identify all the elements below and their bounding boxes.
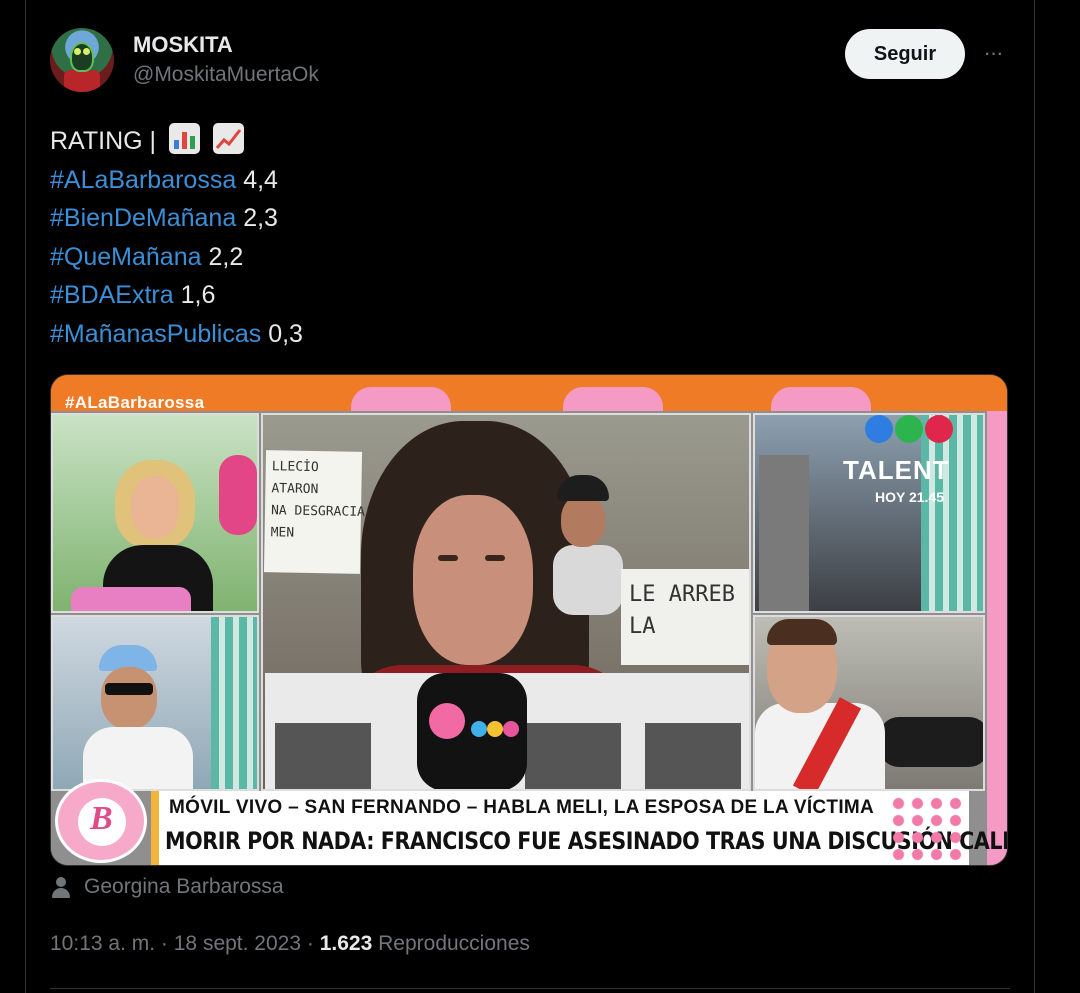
hashtag-link[interactable]: #QueMañana (50, 243, 202, 271)
rating-heading-line: RATING | (50, 122, 303, 161)
rating-line: #QueMañana 2,2 (50, 238, 303, 277)
promo-time: HOY 21.45 (875, 489, 945, 505)
chart-increasing-emoji-icon (212, 123, 244, 154)
balloons (219, 455, 257, 535)
mosquito-icon (70, 42, 94, 72)
rating-value: 2,3 (243, 204, 278, 233)
rating-line: #BienDeMañana 2,3 (50, 199, 303, 238)
rating-value: 1,6 (180, 281, 216, 310)
separator: · (160, 932, 168, 955)
channel-logo-dot (865, 415, 893, 443)
avatar-figure-body (64, 70, 100, 92)
author-avatar[interactable] (50, 28, 114, 92)
video-panel-victim-photo (753, 615, 985, 791)
rating-line: #ALaBarbarossa 4,4 (50, 161, 303, 200)
author-display-name[interactable]: MOSKITA (133, 32, 233, 58)
protest-sign-left: LLECİO ATARON NA DESGRACIA MEN (263, 450, 365, 574)
tweet-text: RATING | #ALaBarbarossa 4,4 #BienDeMañan… (50, 122, 303, 354)
microphone-icon (417, 673, 527, 789)
author-handle[interactable]: @MoskitaMuertaOk (133, 63, 319, 87)
lower-third-subtitle: MÓVIL VIVO – SAN FERNANDO – HABLA MELI, … (169, 797, 875, 818)
video-panel-street: TALENT HOY 21.45 (753, 413, 985, 613)
media-tag-credit[interactable]: Georgina Barbarossa (50, 875, 284, 899)
more-options-icon[interactable]: ··· (976, 36, 1010, 70)
hashtag-link[interactable]: #BienDeMañana (50, 204, 236, 232)
decor-shape (987, 411, 1007, 865)
rating-value: 2,2 (208, 242, 244, 271)
avatar-eye-right (83, 48, 90, 55)
rating-line: #BDAExtra 1,6 (50, 276, 303, 315)
show-logo-letter: B (90, 800, 113, 837)
views-count: 1.623 (319, 932, 373, 955)
tagged-user-name: Georgina Barbarossa (84, 875, 284, 898)
tweet-meta: 10:13 a. m. · 18 sept. 2023 · 1.623 Repr… (50, 932, 530, 956)
hashtag-link[interactable]: #ALaBarbarossa (50, 166, 236, 194)
promo-title: TALENT (843, 455, 950, 485)
rating-heading: RATING | (50, 127, 157, 155)
timeline-border-right (1034, 0, 1035, 993)
video-panel-host (51, 413, 259, 613)
video-panel-man (51, 615, 259, 791)
background-man (553, 475, 623, 615)
flowers (71, 587, 191, 611)
person-icon (50, 875, 72, 899)
channel-logo-dot (895, 415, 923, 443)
avatar-eye-left (74, 48, 81, 55)
divider (50, 988, 1010, 989)
rating-value: 0,3 (268, 319, 303, 348)
tweet-date[interactable]: 18 sept. 2023 (174, 932, 301, 955)
views-label: Reproducciones (378, 932, 530, 955)
rating-value: 4,4 (243, 165, 278, 194)
video-panel-interview: LLECİO ATARON NA DESGRACIA MEN LE ARREB … (261, 413, 751, 791)
tweet-media-image[interactable]: #ALaBarbarossa LLECİO ATARON NA DESGRACI… (50, 374, 1008, 866)
tweet: MOSKITA @MoskitaMuertaOk Seguir ··· RATI… (26, 0, 1034, 993)
follow-button[interactable]: Seguir (845, 29, 965, 79)
media-overlay-hashtag: #ALaBarbarossa (65, 393, 205, 412)
lower-third-headline: MORIR POR NADA: FRANCISCO FUE ASESINADO … (165, 827, 1008, 855)
bar-chart-emoji-icon (168, 123, 200, 154)
hashtag-link[interactable]: #BDAExtra (50, 281, 174, 309)
news-lower-third: MÓVIL VIVO – SAN FERNANDO – HABLA MELI, … (151, 791, 1007, 865)
show-logo-badge: B (55, 779, 147, 863)
protest-sign-right: LE ARREB LA (621, 569, 749, 665)
tweet-time[interactable]: 10:13 a. m. (50, 932, 155, 955)
separator: · (306, 932, 314, 955)
flower-pattern (889, 795, 965, 861)
rating-line: #MañanasPublicas 0,3 (50, 315, 303, 354)
hashtag-link[interactable]: #MañanasPublicas (50, 320, 261, 348)
channel-logo-dot (925, 415, 953, 443)
